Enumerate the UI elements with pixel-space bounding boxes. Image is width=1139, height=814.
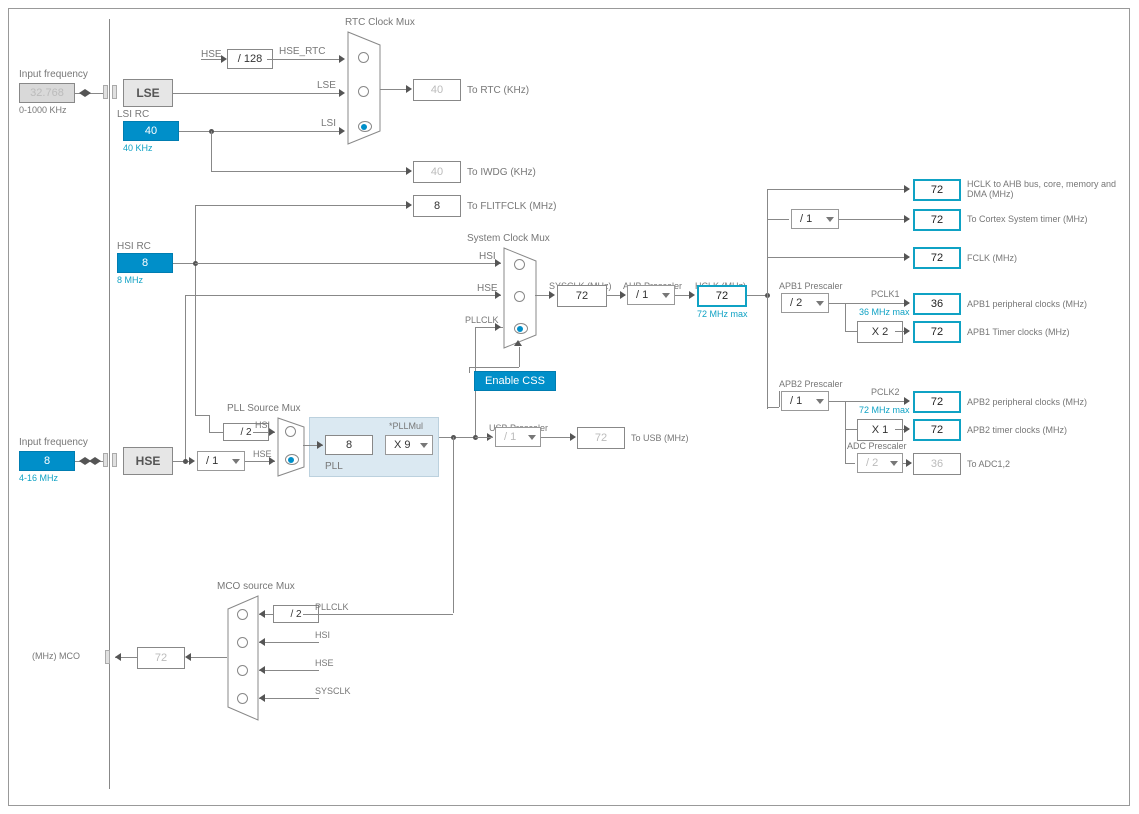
hclk-ahb-value: 72 [913, 179, 961, 201]
mco-pllclk[interactable] [237, 609, 248, 620]
hsi-rc-label: HSI RC [117, 241, 151, 252]
hclk-max: 72 MHz max [697, 309, 748, 319]
mco-source-mux[interactable] [227, 595, 257, 719]
enable-css-button[interactable]: Enable CSS [474, 371, 556, 391]
lsi-freq-label: 40 KHz [123, 143, 153, 153]
apb2-timer-label: APB2 timer clocks (MHz) [967, 425, 1067, 435]
cortex-prescaler[interactable]: / 1 [791, 209, 839, 229]
apb2-presc-label: APB2 Prescaler [779, 379, 843, 389]
pll-source-mux[interactable] [277, 417, 303, 475]
rtc-mux-lse[interactable] [358, 86, 369, 97]
mco-mux-title: MCO source Mux [217, 581, 295, 592]
apb2-timer-mul: X 1 [857, 419, 903, 441]
apb1-timer-label: APB1 Timer clocks (MHz) [967, 327, 1070, 337]
pll-name: PLL [325, 461, 343, 472]
usb-label: To USB (MHz) [631, 433, 689, 443]
hsi-freq: 8 MHz [117, 275, 143, 285]
cortex-timer-value: 72 [913, 209, 961, 231]
lsi-rc-label: LSI RC [117, 109, 149, 120]
mco-out: 72 [137, 647, 185, 669]
hse-range: 4-16 MHz [19, 473, 58, 483]
hsi-value: 8 [117, 253, 173, 273]
system-clock-mux[interactable] [503, 247, 535, 347]
pllmul-label: *PLLMul [389, 421, 423, 431]
apb1-timer-mul: X 2 [857, 321, 903, 343]
rtc-mux-lsi[interactable] [358, 121, 372, 132]
fclk-label: FCLK (MHz) [967, 253, 1017, 263]
pllmux-hsi[interactable] [285, 426, 296, 437]
lse-range: 0-1000 KHz [19, 105, 67, 115]
pll-multiplier[interactable]: X 9 [385, 435, 433, 455]
flitf-label: To FLITFCLK (MHz) [467, 201, 556, 212]
rtc-lse-label: LSE [317, 80, 336, 91]
apb2-periph-label: APB2 peripheral clocks (MHz) [967, 397, 1087, 407]
mco-label: (MHz) MCO [32, 651, 80, 661]
pll-input: 8 [325, 435, 373, 455]
rtc-mux-hse[interactable] [358, 52, 369, 63]
pll-mux-title: PLL Source Mux [227, 403, 301, 414]
lsi-value: 40 [123, 121, 179, 141]
hse-input-freq-label: Input frequency [19, 437, 88, 448]
adc-presc-label: ADC Prescaler [847, 441, 907, 451]
fclk-value: 72 [913, 247, 961, 269]
mco-hsi[interactable] [237, 637, 248, 648]
lse-input-freq[interactable]: 32.768 [19, 83, 75, 103]
cortex-timer-label: To Cortex System timer (MHz) [967, 214, 1088, 224]
adc-prescaler[interactable]: / 2 [857, 453, 903, 473]
rtc-lsi-label: LSI [321, 118, 336, 129]
iwdg-out: 40 [413, 161, 461, 183]
sysmux-hse[interactable] [514, 291, 525, 302]
rtc-out: 40 [413, 79, 461, 101]
apb2-timer-value: 72 [913, 419, 961, 441]
apb1-presc-label: APB1 Prescaler [779, 281, 843, 291]
sysmux-hsi[interactable] [514, 259, 525, 270]
flitf-value: 8 [413, 195, 461, 217]
adc-value: 36 [913, 453, 961, 475]
hse-source: HSE [123, 447, 173, 475]
usb-value: 72 [577, 427, 625, 449]
sysmux-pllclk[interactable] [514, 323, 528, 334]
mco-sysclk[interactable] [237, 693, 248, 704]
iwdg-label: To IWDG (KHz) [467, 167, 536, 178]
rtc-mux-title: RTC Clock Mux [345, 17, 415, 28]
ahb-prescaler[interactable]: / 1 [627, 285, 675, 305]
mco-hse[interactable] [237, 665, 248, 676]
hse-rtc-label: HSE_RTC [279, 46, 326, 57]
lse-source: LSE [123, 79, 173, 107]
rtc-out-label: To RTC (KHz) [467, 85, 529, 96]
apb1-prescaler[interactable]: / 2 [781, 293, 829, 313]
hse-input-freq[interactable]: 8 [19, 451, 75, 471]
adc-label: To ADC1,2 [967, 459, 1010, 469]
rtc-clock-mux[interactable] [347, 31, 379, 143]
apb1-timer-value: 72 [913, 321, 961, 343]
clock-config-canvas: Input frequency 32.768 0-1000 KHz LSE LS… [8, 8, 1130, 806]
apb1-periph-label: APB1 peripheral clocks (MHz) [967, 299, 1087, 309]
hse-prescaler[interactable]: / 1 [197, 451, 245, 471]
apb2-prescaler[interactable]: / 1 [781, 391, 829, 411]
sysclk-value[interactable]: 72 [557, 285, 607, 307]
apb2-periph-value: 72 [913, 391, 961, 413]
hclk-ahb-label: HCLK to AHB bus, core, memory and DMA (M… [967, 179, 1117, 199]
apb1-periph-value: 36 [913, 293, 961, 315]
sysclk-mux-title: System Clock Mux [467, 233, 550, 244]
main-bus-line [109, 19, 110, 789]
lse-input-freq-label: Input frequency [19, 69, 88, 80]
usb-prescaler[interactable]: / 1 [495, 427, 541, 447]
hclk-value[interactable]: 72 [697, 285, 747, 307]
pllmux-hse[interactable] [285, 454, 299, 465]
